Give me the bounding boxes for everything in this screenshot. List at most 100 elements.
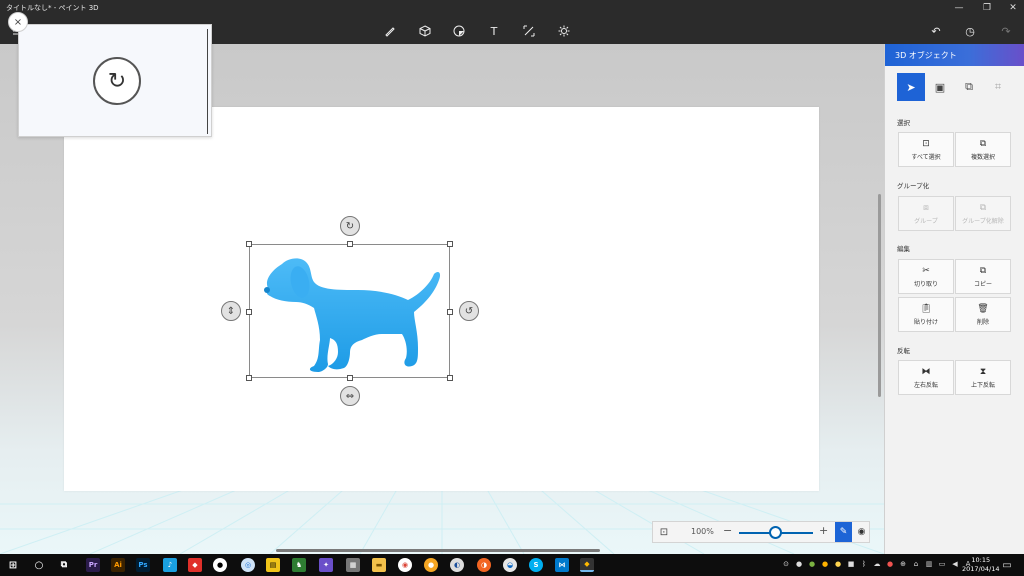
copy-button[interactable]: ⧉ コピー — [955, 259, 1011, 294]
selection-box[interactable] — [246, 241, 453, 381]
action-center-icon[interactable]: ▭ — [1000, 558, 1014, 572]
resize-handle-s[interactable] — [347, 375, 353, 381]
cloud-icon[interactable]: ☁ — [873, 559, 881, 568]
clock[interactable]: 10:15 2017/04/14 — [962, 556, 999, 574]
skype-icon[interactable]: S — [529, 558, 543, 572]
app-icon-5[interactable]: ♞ — [292, 558, 306, 572]
app-icon-7[interactable]: ▦ — [346, 558, 360, 572]
clipboard-tab-icon[interactable]: ⧉ — [955, 73, 983, 101]
flip-horizontal-label: 左右反転 — [913, 381, 938, 389]
redo-icon[interactable]: ↷ — [996, 22, 1016, 40]
tray-icon-8[interactable]: ⊕ — [899, 559, 907, 568]
rotate-y-gizmo-icon[interactable]: ⇕ — [221, 301, 241, 321]
tray-icon-7[interactable]: ● — [886, 559, 894, 568]
canvas-icon[interactable] — [519, 22, 539, 40]
close-icon[interactable]: ✕ — [1000, 0, 1024, 16]
illustrator-icon[interactable]: Ai — [111, 558, 125, 572]
pen-icon[interactable]: ✎ — [835, 522, 852, 542]
multi-select-button[interactable]: ⧉ 複数選択 — [955, 132, 1011, 167]
preview-close-button[interactable]: × — [8, 12, 28, 32]
cortana-icon[interactable]: ○ — [32, 558, 46, 572]
flip-vertical-button[interactable]: ⧗ 上下反転 — [955, 360, 1011, 395]
floor-grid — [0, 484, 884, 554]
network-icon[interactable]: ▥ — [925, 559, 933, 568]
tray-icon-9[interactable]: ⌂ — [912, 559, 920, 568]
app-icon-8[interactable]: ● — [424, 558, 438, 572]
volume-icon[interactable]: ◀ — [951, 559, 959, 568]
group-icon: ⧈ — [923, 202, 929, 213]
flip-vertical-icon: ⧗ — [979, 366, 987, 377]
minimize-icon[interactable]: — — [946, 0, 972, 16]
resize-handle-ne[interactable] — [447, 241, 453, 247]
scene-tab-icon[interactable]: ▣ — [926, 73, 954, 101]
select-tab-icon[interactable]: ➤ — [897, 73, 925, 101]
cut-button[interactable]: ✂ 切り取り — [898, 259, 954, 294]
crop-tab-icon[interactable]: ⌗ — [984, 73, 1012, 101]
app-icon-6[interactable]: ✦ — [319, 558, 333, 572]
tray-icon-4[interactable]: ● — [821, 559, 829, 568]
zoom-in-button[interactable]: + — [819, 524, 828, 537]
resize-handle-n[interactable] — [347, 241, 353, 247]
paint-3d-icon[interactable]: ◆ — [580, 558, 594, 572]
paste-button[interactable]: 📋︎ 貼り付け — [898, 297, 954, 332]
trash-icon: 🗑︎ — [977, 303, 989, 314]
rotate-z-gizmo-icon[interactable]: ↻ — [340, 216, 360, 236]
app-icon-2[interactable]: ◆ — [188, 558, 202, 572]
tray-icon-1[interactable]: ⊙ — [782, 559, 790, 568]
fit-to-screen-icon[interactable]: ⊡ — [656, 525, 672, 540]
photoshop-icon[interactable]: Ps — [136, 558, 150, 572]
resize-handle-nw[interactable] — [246, 241, 252, 247]
folder-icon[interactable]: ▬ — [372, 558, 386, 572]
chrome-icon[interactable]: ◉ — [398, 558, 412, 572]
delete-button[interactable]: 🗑︎ 削除 — [955, 297, 1011, 332]
select-all-label: すべて選択 — [911, 153, 941, 161]
task-view-icon[interactable]: ⧉ — [57, 558, 71, 572]
app-icon-1[interactable]: ♪ — [163, 558, 177, 572]
brush-icon[interactable] — [380, 22, 400, 40]
battery-icon[interactable]: ▭ — [938, 559, 946, 568]
section-flip-title: 反転 — [897, 347, 910, 355]
clock-time: 10:15 — [971, 556, 991, 564]
ungroup-button[interactable]: ⧉ グループ化解除 — [955, 196, 1011, 231]
app-icon-9[interactable]: ◐ — [450, 558, 464, 572]
taskbar: ⊞ ○ ⧉ Pr Ai Ps ♪ ◆ ● ◎ ▤ ♞ ✦ ▦ ▬ ◉ ● ◐ ◑… — [0, 554, 1024, 576]
rotate-x-gizmo-icon[interactable]: ↺ — [459, 301, 479, 321]
start-icon[interactable]: ⊞ — [6, 558, 20, 572]
resize-handle-sw[interactable] — [246, 375, 252, 381]
resize-handle-e[interactable] — [447, 309, 453, 315]
app-icon-3[interactable]: ◎ — [241, 558, 255, 572]
history-icon[interactable]: ◷ — [960, 22, 980, 40]
sticker-icon[interactable] — [449, 22, 469, 40]
undo-icon[interactable]: ↶ — [926, 22, 946, 40]
resize-handle-w[interactable] — [246, 309, 252, 315]
group-button[interactable]: ⧈ グループ — [898, 196, 954, 231]
preview-window[interactable]: ↻ — [18, 24, 212, 137]
app-icon-4[interactable]: ▤ — [266, 558, 280, 572]
app-icon-10[interactable]: ◑ — [477, 558, 491, 572]
vertical-scrollbar[interactable] — [878, 194, 881, 397]
rotate-knob-icon[interactable]: ↻ — [93, 57, 141, 105]
restore-icon[interactable]: ❐ — [974, 0, 1000, 16]
depth-gizmo-icon[interactable]: ⇔ — [340, 386, 360, 406]
zoom-slider-thumb[interactable] — [769, 526, 782, 539]
visual-studio-icon[interactable]: ⋈ — [555, 558, 569, 572]
zoom-out-button[interactable]: − — [723, 524, 732, 537]
tray-icon-5[interactable]: ● — [834, 559, 842, 568]
soccer-icon[interactable]: ● — [213, 558, 227, 572]
tray-icon-6[interactable]: ■ — [847, 559, 855, 568]
horizontal-scrollbar[interactable] — [276, 549, 600, 552]
bluetooth-icon[interactable]: ᛒ — [860, 559, 868, 568]
tray-icon-3[interactable]: ● — [808, 559, 816, 568]
scissors-icon: ✂ — [922, 265, 930, 276]
text-icon[interactable]: T — [484, 22, 504, 40]
flip-horizontal-button[interactable]: ⧓ 左右反転 — [898, 360, 954, 395]
cube-icon[interactable] — [415, 22, 435, 40]
select-all-button[interactable]: ⊡ すべて選択 — [898, 132, 954, 167]
dog-3d-model[interactable] — [258, 254, 444, 372]
app-icon-11[interactable]: ◒ — [503, 558, 517, 572]
effects-icon[interactable] — [554, 22, 574, 40]
view-3d-icon[interactable]: ◉ — [853, 522, 870, 542]
resize-handle-se[interactable] — [447, 375, 453, 381]
premiere-icon[interactable]: Pr — [86, 558, 100, 572]
tray-icon-2[interactable]: ● — [795, 559, 803, 568]
